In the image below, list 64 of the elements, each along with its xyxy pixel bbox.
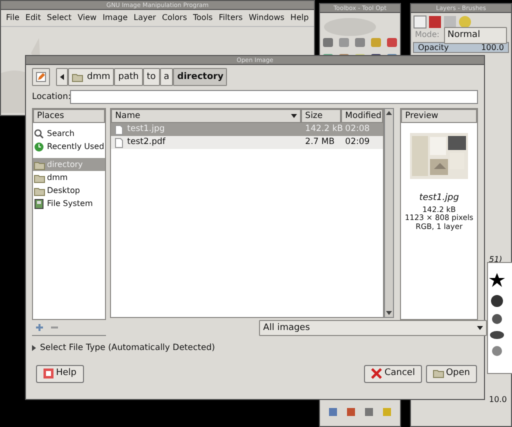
mode-label: Mode: [415, 29, 440, 41]
folder-icon [34, 160, 45, 170]
path-button[interactable]: directory [173, 68, 228, 86]
file-size: 142.2 kB [304, 123, 342, 136]
caret-icon [477, 326, 484, 330]
column-header[interactable]: Size [301, 109, 342, 123]
spacing-value: 10.0 [489, 394, 507, 406]
preview-filename: test1.jpg [418, 194, 460, 202]
add-icon[interactable] [36, 324, 43, 331]
path-button[interactable]: dmm [68, 68, 114, 86]
edit-location-button[interactable] [32, 68, 50, 86]
file-modified: 02:08 [344, 123, 371, 136]
menu-item[interactable]: View [78, 12, 97, 24]
folder-icon [34, 186, 45, 196]
path-button[interactable]: path [114, 68, 143, 86]
drive-icon [34, 198, 45, 208]
file-modified: 02:09 [344, 136, 371, 149]
file-row[interactable]: test2.pdf 2.7 MB 02:09 [111, 136, 384, 149]
scroll-down-icon [385, 309, 394, 317]
file-type-expander[interactable]: Select File Type (Automatically Detected) [40, 342, 215, 355]
place-item[interactable]: Recently Used [33, 140, 106, 153]
scroll-up-icon [385, 109, 394, 117]
places-header[interactable]: Places [33, 109, 106, 123]
dialog-button[interactable]: Cancel [364, 364, 422, 383]
menu-item[interactable]: Layer [134, 12, 156, 24]
pencil-icon [36, 72, 46, 82]
menu-item[interactable]: Help [290, 12, 309, 24]
scrollbar[interactable] [384, 108, 394, 318]
dialog-button[interactable]: Open [426, 364, 477, 383]
mode-dropdown[interactable]: Normal [444, 26, 507, 44]
file-name: test2.pdf [127, 136, 166, 149]
expander-arrow-icon[interactable] [32, 345, 36, 352]
menu-item[interactable]: Edit [25, 12, 41, 24]
dialog-button[interactable]: Help [36, 364, 84, 383]
menu-item[interactable]: Windows [248, 12, 284, 24]
search-icon [34, 128, 45, 138]
menu-item[interactable]: Filters [218, 12, 243, 24]
file-name: test1.jpg [127, 123, 165, 136]
menu-item[interactable]: File [6, 12, 20, 24]
brushes-title: 51) [489, 254, 502, 266]
preview-header: Preview [401, 109, 477, 123]
left-arrow-icon [60, 74, 64, 80]
menu-item[interactable]: Image [102, 12, 128, 24]
place-item[interactable]: Search [33, 127, 106, 140]
path-button[interactable]: a [160, 68, 174, 86]
location-field[interactable] [70, 90, 478, 104]
column-header[interactable]: Modified [341, 109, 384, 123]
place-item[interactable]: dmm [33, 171, 106, 184]
folder-icon [72, 72, 83, 82]
place-item[interactable]: Desktop [33, 184, 106, 197]
menu-item[interactable]: Select [46, 12, 72, 24]
folder-icon [432, 368, 444, 380]
file-size: 2.7 MB [304, 136, 336, 149]
help-icon [43, 368, 54, 380]
scroll-left-button[interactable] [56, 68, 68, 86]
path-button[interactable]: to [142, 68, 160, 86]
file-type-dropdown[interactable]: All images [259, 320, 488, 336]
remove-icon[interactable] [51, 324, 58, 331]
place-item[interactable]: File System [33, 197, 106, 210]
column-header[interactable]: Name [111, 109, 302, 123]
cancel-icon [371, 368, 382, 380]
menu-item[interactable]: Tools [193, 12, 213, 24]
menu-item[interactable]: Colors [162, 12, 187, 24]
sort-arrow-icon [291, 114, 298, 118]
